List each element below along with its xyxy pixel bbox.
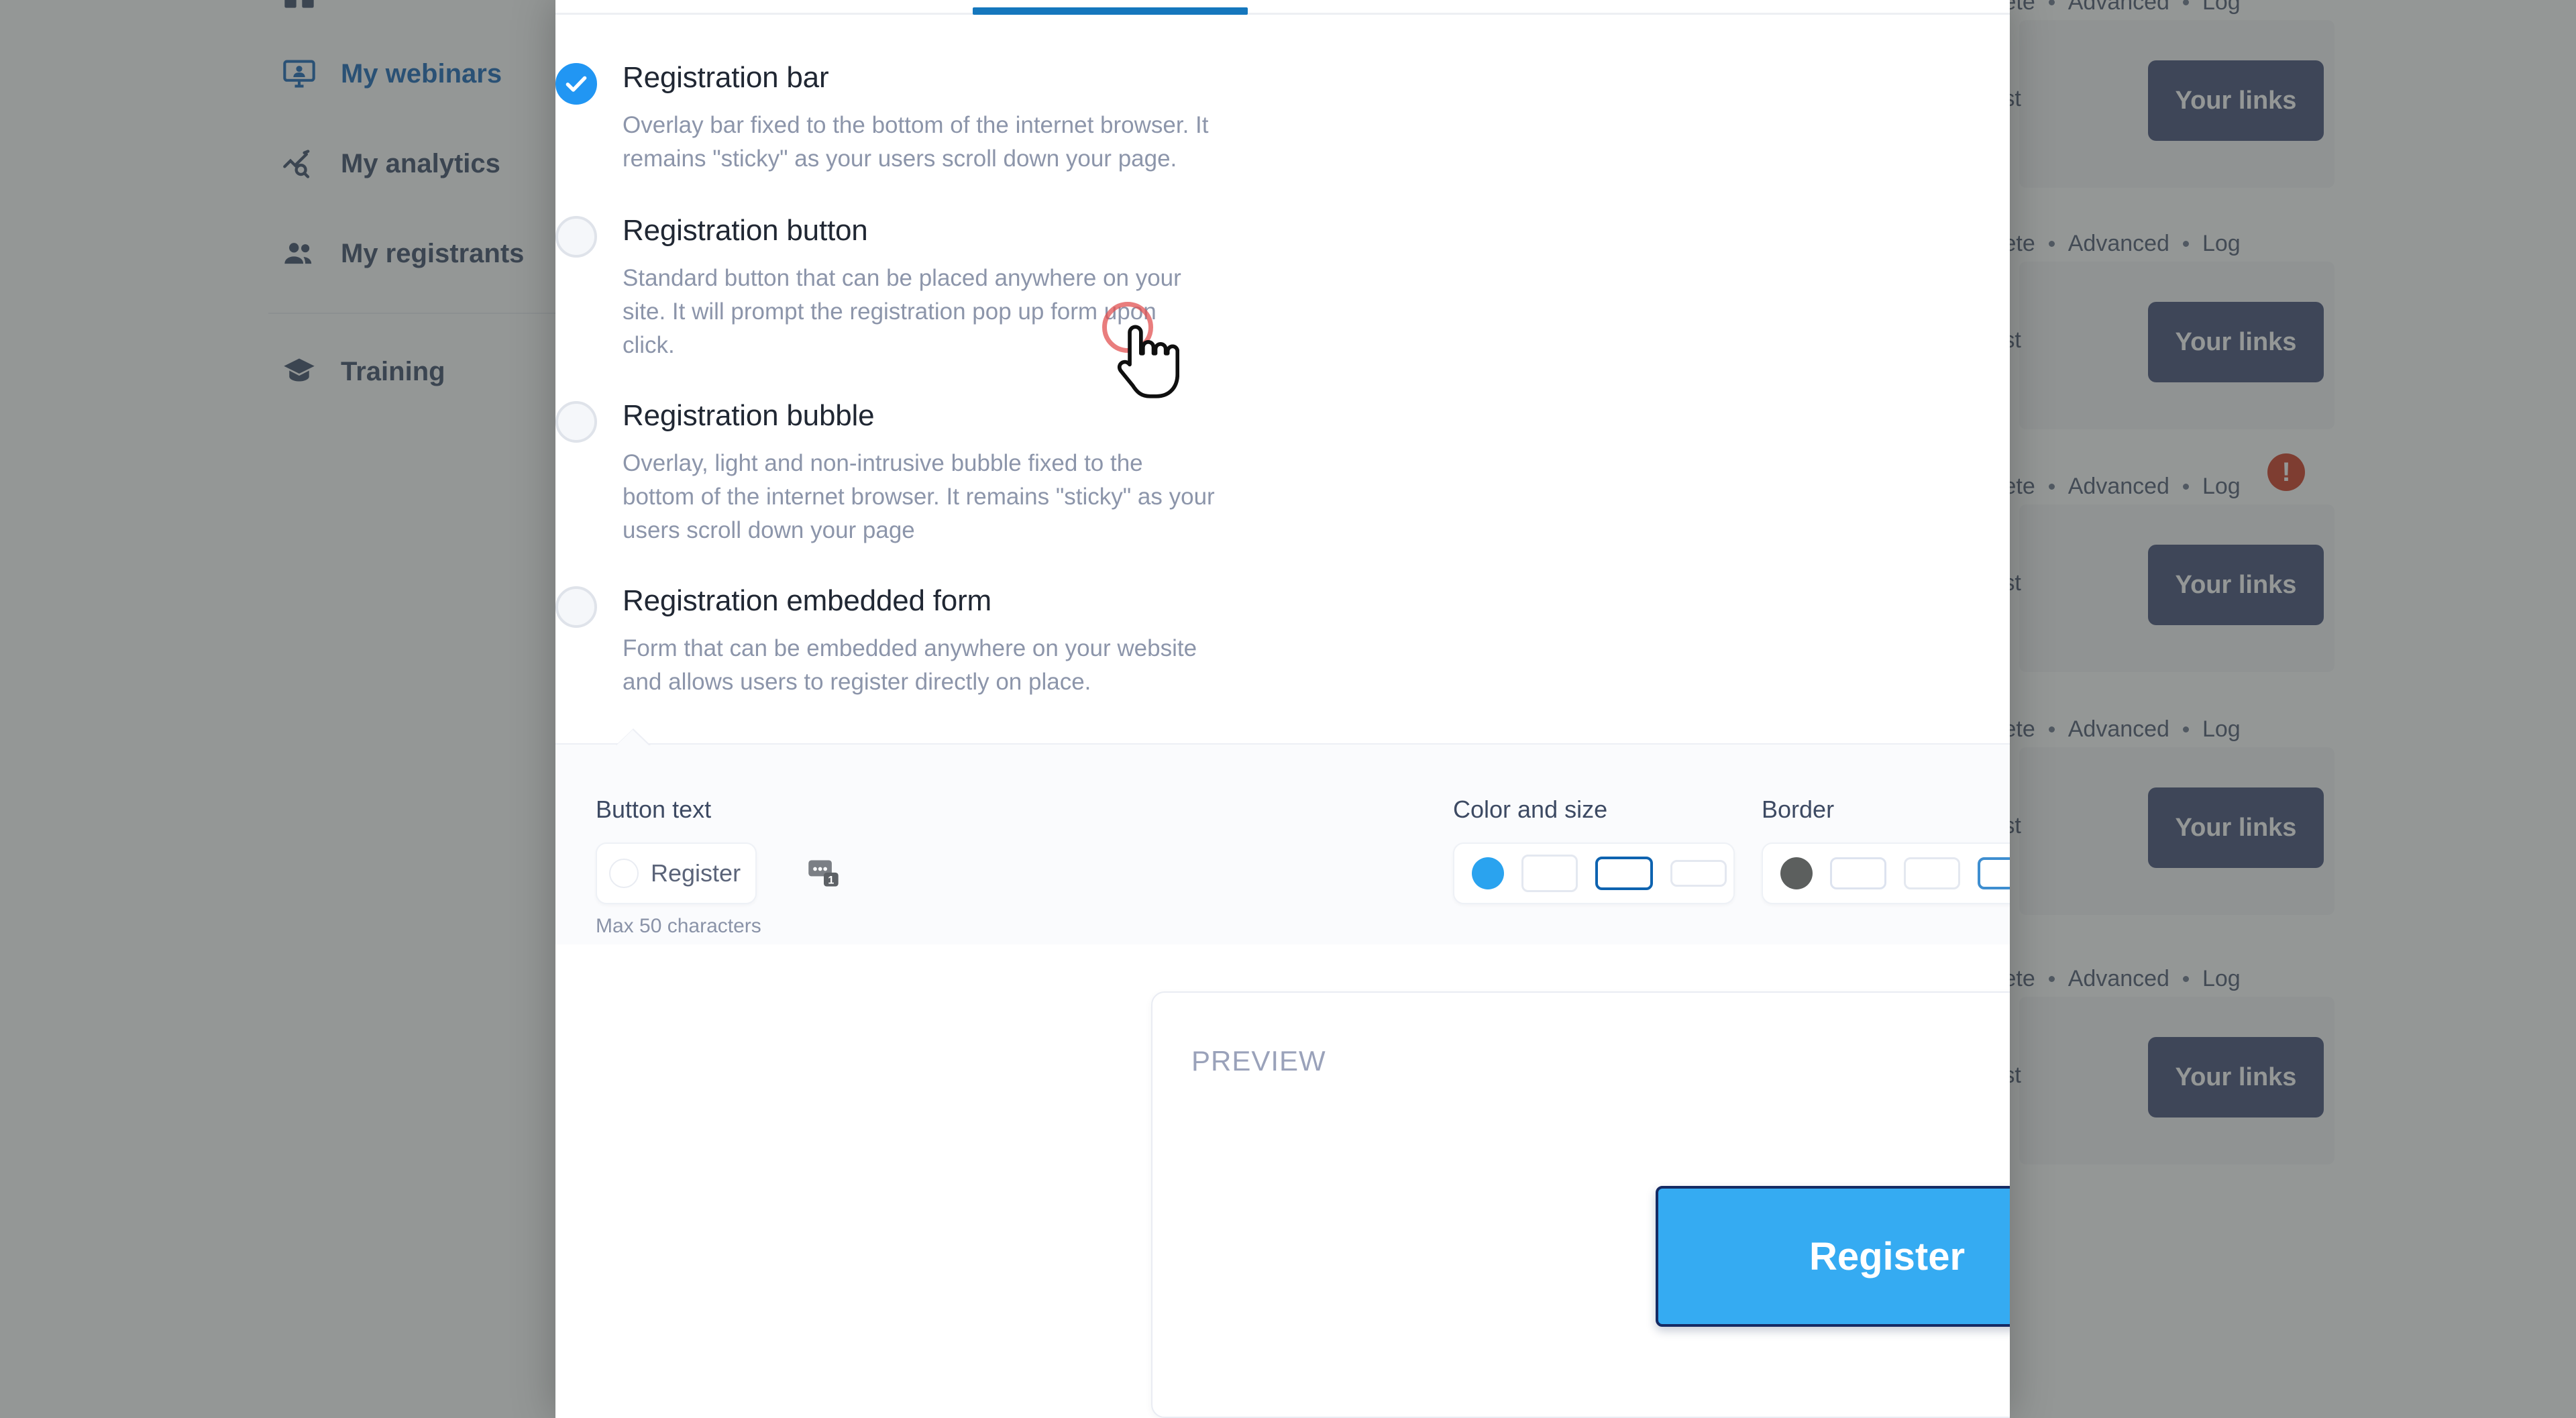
- size-option-small[interactable]: [1521, 855, 1578, 892]
- active-tab-indicator: [973, 7, 1248, 15]
- button-text-field-wrap[interactable]: 1: [596, 842, 839, 904]
- border-color-swatch-button[interactable]: [1780, 857, 1813, 889]
- option-registration-embedded-form[interactable]: Registration embedded form Form that can…: [555, 586, 1428, 699]
- register-preview-button[interactable]: Register: [1656, 1186, 2010, 1327]
- click-indicator-ring: [1102, 302, 1153, 353]
- border-option-thin[interactable]: [1904, 857, 1960, 889]
- translations-icon[interactable]: 1: [806, 856, 841, 891]
- button-customizer-toolbar: Button text 1 Max 50 characters Color an…: [555, 728, 2010, 944]
- group-border: Border: [1762, 796, 2010, 904]
- preview-card: PREVIEW Read about advanced customizatio…: [1151, 991, 2010, 1418]
- option-title: Registration button: [623, 214, 868, 248]
- group-label: Color and size: [1453, 796, 1608, 823]
- button-text-input[interactable]: [651, 859, 794, 887]
- group-label: Button text: [596, 796, 712, 823]
- max-characters-hint: Max 50 characters: [596, 915, 761, 937]
- preview-label: PREVIEW: [1191, 1045, 1326, 1077]
- tab-strip: [555, 0, 2010, 15]
- radio-checked-icon[interactable]: [555, 63, 597, 105]
- toolbar-notch: [616, 730, 649, 746]
- option-description: Overlay bar fixed to the bottom of the i…: [623, 112, 1209, 172]
- border-controls: [1762, 842, 2010, 904]
- registration-type-options: Registration bar Overlay bar fixed to th…: [555, 15, 1428, 699]
- radio-unchecked-icon[interactable]: [555, 586, 597, 629]
- size-option-large[interactable]: [1670, 860, 1727, 887]
- radio-unchecked-icon[interactable]: [555, 401, 597, 443]
- border-option-thick-selected[interactable]: [1978, 857, 2010, 889]
- color-size-controls: [1453, 842, 1735, 904]
- size-option-medium-selected[interactable]: [1595, 857, 1653, 890]
- border-option-none[interactable]: [1830, 857, 1886, 889]
- group-button-text: Button text 1 Max 50 characters: [596, 796, 839, 938]
- option-registration-bubble[interactable]: Registration bubble Overlay, light and n…: [555, 401, 1428, 547]
- group-color-and-size: Color and size: [1453, 796, 1735, 904]
- group-label: Border: [1762, 796, 1835, 823]
- option-description: Overlay, light and non-intrusive bubble …: [623, 450, 1215, 544]
- color-swatch-button[interactable]: [1472, 857, 1504, 889]
- registration-type-modal: Registration bar Overlay bar fixed to th…: [555, 0, 2010, 1418]
- color-preview-circle-icon: [609, 859, 639, 888]
- option-title: Registration bubble: [623, 399, 875, 433]
- option-description: Form that can be embedded anywhere on yo…: [623, 635, 1197, 696]
- option-registration-button[interactable]: Registration button Standard button that…: [555, 216, 1428, 362]
- svg-text:1: 1: [828, 875, 834, 887]
- option-title: Registration embedded form: [623, 584, 991, 618]
- option-title: Registration bar: [623, 61, 829, 94]
- radio-unchecked-icon[interactable]: [555, 216, 597, 258]
- option-registration-bar[interactable]: Registration bar Overlay bar fixed to th…: [555, 63, 1428, 176]
